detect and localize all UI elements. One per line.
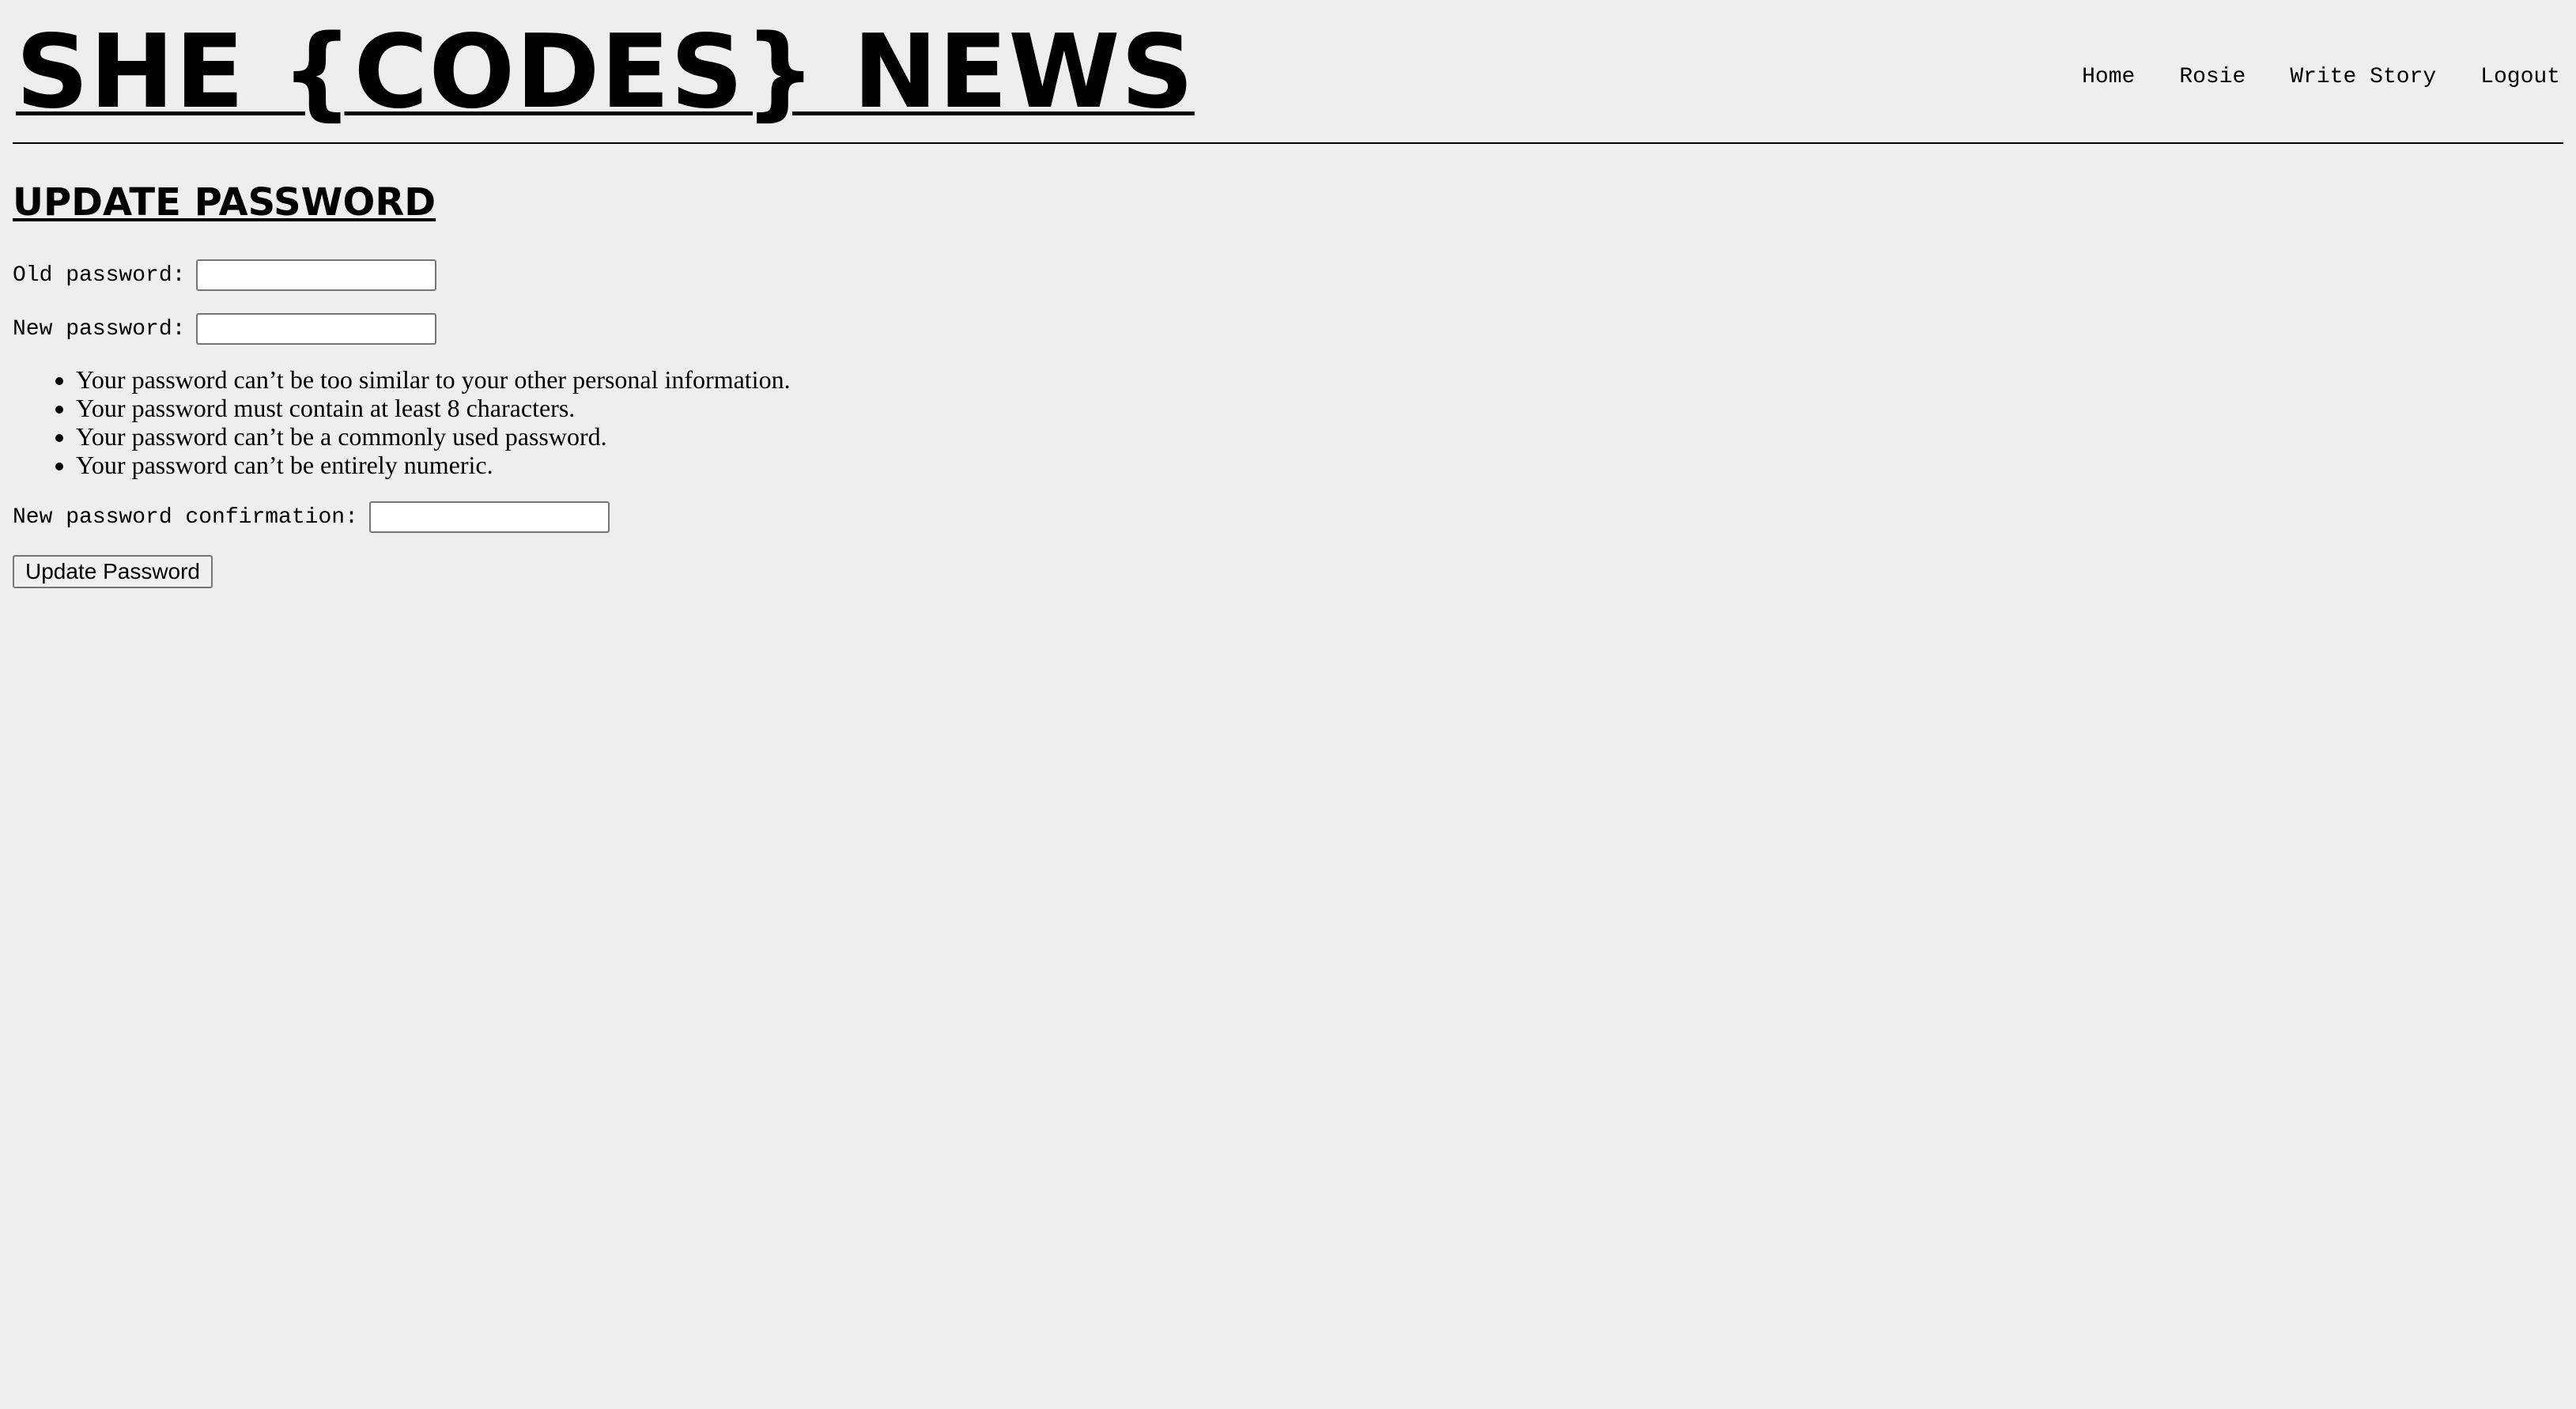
old-password-label: Old password: xyxy=(13,263,186,288)
confirm-password-row: New password confirmation: xyxy=(13,500,2563,535)
page: SHE {CODES} NEWS Home Rosie Write Story … xyxy=(0,0,2576,1409)
new-password-input[interactable] xyxy=(196,313,437,345)
nav-link-logout[interactable]: Logout xyxy=(2480,65,2560,89)
password-help-item: Your password can’t be entirely numeric. xyxy=(76,451,2563,479)
site-title-link[interactable]: SHE {CODES} NEWS xyxy=(16,17,1195,128)
old-password-input[interactable] xyxy=(196,259,437,291)
main-content: UPDATE PASSWORD Old password: New passwo… xyxy=(13,180,2563,588)
new-password-row: New password: xyxy=(13,312,2563,346)
password-help-item: Your password can’t be too similar to yo… xyxy=(76,365,2563,394)
main-nav: Home Rosie Write Story Logout xyxy=(2082,65,2560,89)
update-password-button[interactable]: Update Password xyxy=(13,555,213,588)
update-password-form: Old password: New password: Your passwor… xyxy=(13,258,2563,588)
old-password-row: Old password: xyxy=(13,258,2563,293)
password-help-item: Your password can’t be a commonly used p… xyxy=(76,422,2563,451)
site-header: SHE {CODES} NEWS Home Rosie Write Story … xyxy=(13,0,2563,144)
page-title: UPDATE PASSWORD xyxy=(13,180,436,225)
confirm-password-input[interactable] xyxy=(368,501,610,533)
confirm-password-label: New password confirmation: xyxy=(13,504,358,530)
nav-link-profile[interactable]: Rosie xyxy=(2179,65,2246,89)
nav-link-write-story[interactable]: Write Story xyxy=(2290,65,2436,89)
nav-link-home[interactable]: Home xyxy=(2082,65,2135,89)
password-help-item: Your password must contain at least 8 ch… xyxy=(76,394,2563,422)
password-help-list: Your password can’t be too similar to yo… xyxy=(13,365,2563,479)
new-password-label: New password: xyxy=(13,316,186,342)
